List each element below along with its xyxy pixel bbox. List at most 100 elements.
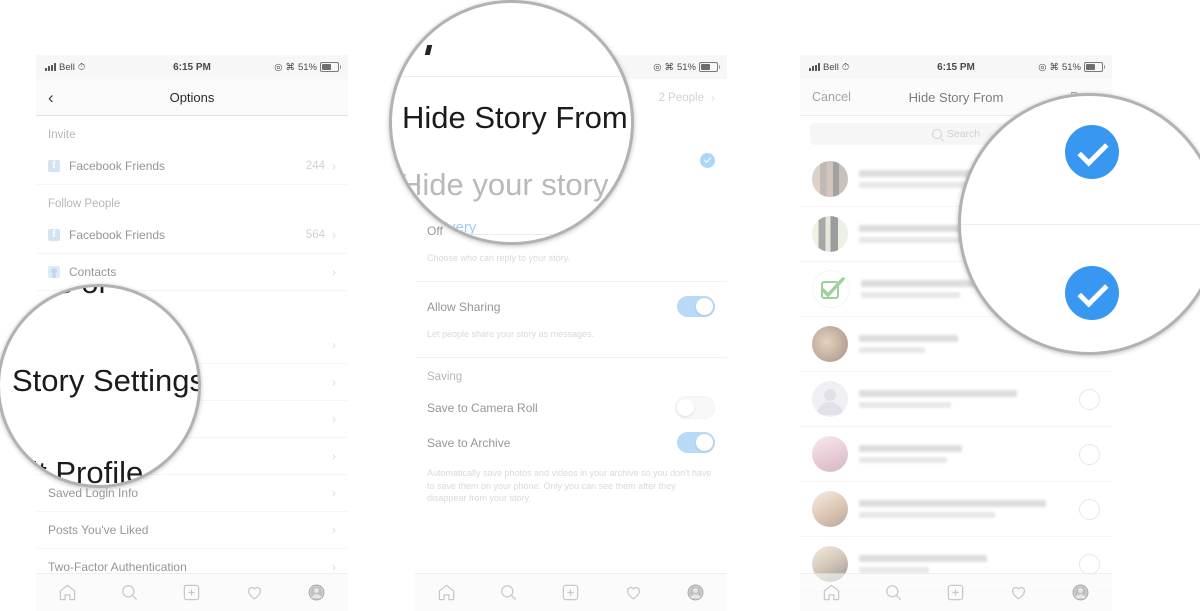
search-icon[interactable] bbox=[884, 583, 903, 602]
row-save-to-camera-roll[interactable]: Save to Camera Roll bbox=[415, 390, 727, 425]
magnified-text-focus: Hide Story From bbox=[402, 100, 628, 135]
unselected-circle-icon[interactable] bbox=[1079, 498, 1100, 520]
row-save-to-archive[interactable]: Save to Archive bbox=[415, 425, 727, 460]
chevron-right-icon: › bbox=[332, 560, 336, 574]
search-icon[interactable] bbox=[120, 583, 139, 602]
toggle-knob bbox=[677, 399, 694, 417]
activity-heart-icon[interactable] bbox=[245, 583, 264, 602]
list-item[interactable] bbox=[800, 482, 1112, 537]
username-redacted bbox=[859, 335, 958, 342]
search-placeholder: Search bbox=[946, 128, 981, 140]
username-group bbox=[859, 555, 1079, 573]
tab-bar-middle bbox=[415, 573, 727, 611]
check-icon bbox=[700, 153, 715, 169]
back-chevron-icon[interactable]: ‹ bbox=[48, 89, 54, 106]
unselected-circle-icon[interactable] bbox=[1079, 553, 1100, 575]
unselected-circle-icon[interactable] bbox=[1079, 388, 1100, 410]
username-redacted bbox=[859, 555, 987, 562]
fullname-redacted bbox=[859, 347, 925, 353]
page-title: Options bbox=[169, 89, 215, 105]
search-icon bbox=[931, 129, 942, 139]
status-bar-left: Bell ⏱ 6:15 PM ◎ ⌘ 51% bbox=[36, 55, 348, 79]
home-icon[interactable] bbox=[58, 583, 77, 602]
row-count: 244 bbox=[305, 160, 325, 172]
toggle-knob bbox=[696, 298, 713, 316]
battery-percent: 51% bbox=[297, 61, 317, 73]
username-group bbox=[859, 390, 1079, 408]
magnified-check-icon bbox=[1065, 266, 1119, 320]
username-redacted bbox=[859, 390, 1018, 397]
fullname-redacted bbox=[859, 237, 966, 243]
magnifier-lens-hide-story-from: Hide Story From Hide your story and Ever… bbox=[389, 0, 634, 245]
row-invite-facebook-friends[interactable]: f Facebook Friends 244 › bbox=[36, 148, 348, 185]
list-item[interactable] bbox=[800, 427, 1112, 482]
home-icon[interactable] bbox=[822, 583, 841, 602]
battery-percent: 51% bbox=[676, 61, 696, 73]
status-right-group: ◎ ⌘ 51% bbox=[1038, 61, 1105, 73]
search-icon[interactable] bbox=[499, 583, 518, 602]
unselected-circle-icon[interactable] bbox=[1079, 443, 1100, 465]
row-posts-youve-liked[interactable]: Posts You've Liked › bbox=[36, 512, 348, 549]
row-label: Facebook Friends bbox=[69, 159, 166, 173]
section-header-follow-people: Follow People bbox=[48, 198, 121, 210]
location-icon: ◎ bbox=[1038, 61, 1047, 73]
add-post-icon[interactable] bbox=[561, 583, 580, 602]
fullname-redacted bbox=[859, 182, 975, 188]
list-item[interactable] bbox=[800, 372, 1112, 427]
magnified-divider bbox=[392, 76, 631, 77]
contacts-icon bbox=[48, 266, 60, 278]
row-allow-sharing[interactable]: Allow Sharing bbox=[415, 289, 727, 324]
add-post-icon[interactable] bbox=[946, 583, 965, 602]
bluetooth-icon: ⌘ bbox=[285, 61, 295, 73]
hide-story-count: 2 People bbox=[658, 92, 704, 104]
save-camera-roll-toggle[interactable] bbox=[675, 396, 715, 420]
status-right-group: ◎ ⌘ 51% bbox=[653, 61, 720, 73]
bluetooth-icon: ⌘ bbox=[664, 61, 674, 73]
section-header-saving: Saving bbox=[427, 371, 463, 384]
tab-bar-right bbox=[800, 573, 1112, 611]
cancel-button[interactable]: Cancel bbox=[812, 90, 851, 104]
row-label: Two-Factor Authentication bbox=[48, 560, 187, 574]
avatar bbox=[812, 216, 848, 252]
add-post-icon[interactable] bbox=[182, 583, 201, 602]
chevron-right-icon: › bbox=[332, 159, 336, 173]
home-icon[interactable] bbox=[437, 583, 456, 602]
status-bar-right: Bell ⏱ 6:15 PM ◎ ⌘ 51% bbox=[800, 55, 1112, 79]
username-group bbox=[859, 445, 1079, 463]
magnified-divider bbox=[450, 234, 570, 235]
profile-avatar-icon[interactable] bbox=[1071, 583, 1090, 602]
toggle-knob bbox=[696, 434, 713, 452]
chevron-right-icon: › bbox=[332, 375, 336, 389]
divider bbox=[415, 281, 727, 283]
chevron-right-icon: › bbox=[332, 265, 336, 279]
magnifier-lens-story-settings: otos or Story Settings dit Profile bbox=[0, 284, 201, 488]
fullname-redacted bbox=[859, 457, 947, 463]
profile-avatar-icon[interactable] bbox=[307, 583, 326, 602]
saving-helper-text: Automatically save photos and videos in … bbox=[427, 468, 712, 503]
save-archive-toggle[interactable] bbox=[677, 432, 715, 454]
magnified-caret-mark bbox=[424, 45, 433, 55]
activity-heart-icon[interactable] bbox=[624, 583, 643, 602]
row-follow-facebook-friends[interactable]: f Facebook Friends 564 › bbox=[36, 217, 348, 254]
allow-sharing-toggle[interactable] bbox=[677, 296, 715, 318]
avatar bbox=[812, 326, 848, 362]
username-group bbox=[859, 500, 1079, 518]
reply-helper-text: Choose who can reply to your story. bbox=[427, 253, 570, 264]
navbar-left: ‹ Options bbox=[36, 79, 348, 116]
fullname-redacted bbox=[861, 292, 960, 298]
magnified-check-icon bbox=[1065, 125, 1119, 179]
avatar bbox=[812, 161, 848, 197]
chevron-right-icon: › bbox=[332, 338, 336, 352]
magnified-text-above: otos or bbox=[14, 287, 109, 301]
profile-avatar-icon[interactable] bbox=[686, 583, 705, 602]
username-redacted bbox=[861, 280, 982, 287]
section-header-invite: Invite bbox=[48, 129, 76, 141]
row-label: Facebook Friends bbox=[69, 228, 166, 242]
battery-percent: 51% bbox=[1061, 61, 1081, 73]
username-redacted bbox=[859, 500, 1046, 507]
chevron-right-icon: › bbox=[332, 486, 336, 500]
activity-heart-icon[interactable] bbox=[1009, 583, 1028, 602]
location-icon: ◎ bbox=[274, 61, 283, 73]
chevron-right-icon: › bbox=[332, 412, 336, 426]
magnified-text-subtitle: Hide your story and bbox=[400, 167, 634, 202]
